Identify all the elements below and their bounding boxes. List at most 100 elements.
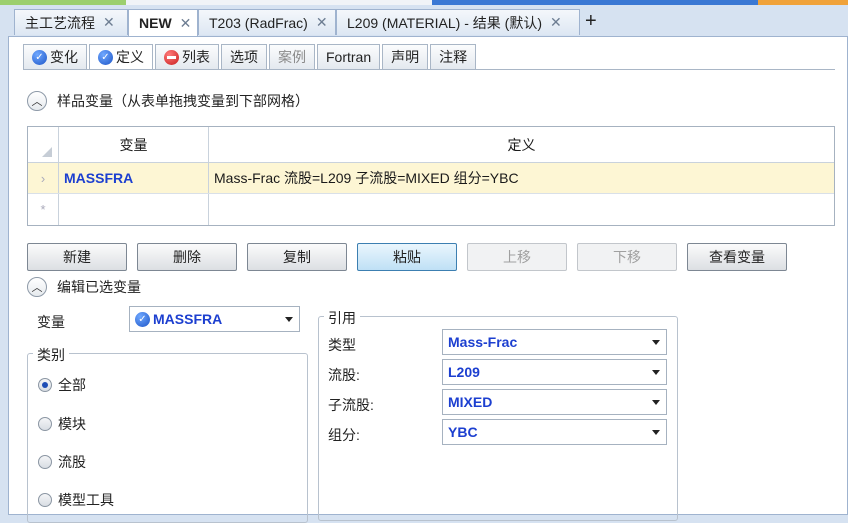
doc-tab-label: L209 (MATERIAL) - 结果 (默认) — [347, 14, 542, 31]
edit-variable-header: ︿ 编辑已选变量 — [27, 277, 141, 297]
tab-label: 注释 — [439, 49, 468, 65]
radio-button-checked[interactable] — [38, 378, 52, 392]
dropdown-arrow-icon — [652, 400, 660, 405]
tab-cases[interactable]: 案例 — [269, 44, 315, 70]
component-label: 组分: — [328, 427, 360, 443]
substream-label: 子流股: — [328, 397, 374, 413]
doc-tab-t203[interactable]: T203 (RadFrac) ✕ — [198, 9, 336, 35]
tab-label: 列表 — [182, 49, 210, 65]
new-row-asterisk: * — [28, 194, 59, 225]
move-up-button[interactable]: 上移 — [467, 243, 567, 271]
row-selector-arrow-icon[interactable]: › — [28, 163, 59, 193]
document-tab-strip: 主工艺流程 ✕ NEW ✕ T203 (RadFrac) ✕ L209 (MAT… — [0, 0, 848, 36]
tab-define[interactable]: ✓ 定义 — [89, 44, 153, 70]
cell-variable[interactable]: MASSFRA — [59, 163, 209, 193]
radio-label: 全部 — [58, 377, 86, 393]
section-title: 样品变量（从表单拖拽变量到下部网格） — [57, 93, 309, 109]
doc-tab-label: 主工艺流程 — [25, 14, 95, 31]
radio-blocks[interactable]: 模块 — [38, 414, 86, 434]
component-select-value: YBC — [448, 424, 478, 440]
tab-label: 选项 — [230, 49, 258, 65]
column-header-definition[interactable]: 定义 — [209, 127, 834, 162]
type-select-value: Mass-Frac — [448, 334, 518, 350]
radio-button[interactable] — [38, 493, 52, 507]
tab-list[interactable]: 列表 — [155, 44, 219, 70]
tab-divider — [23, 69, 835, 70]
tab-label: 定义 — [116, 49, 144, 65]
cell-variable-empty[interactable] — [59, 194, 209, 225]
check-icon: ✓ — [98, 49, 113, 65]
new-tab-plus-icon[interactable]: + — [585, 9, 597, 33]
type-select[interactable]: Mass-Frac — [442, 329, 667, 355]
copy-button[interactable]: 复制 — [247, 243, 347, 271]
tab-change[interactable]: ✓ 变化 — [23, 44, 87, 70]
dropdown-arrow-icon — [285, 317, 293, 322]
radio-label: 模型工具 — [58, 492, 114, 508]
close-icon[interactable]: ✕ — [180, 15, 192, 32]
tab-label: 变化 — [50, 49, 78, 65]
paste-button[interactable]: 粘贴 — [357, 243, 457, 271]
variables-grid: 变量 定义 › MASSFRA Mass-Frac 流股=L209 子流股=MI… — [27, 126, 835, 226]
cell-definition-empty[interactable] — [209, 194, 834, 225]
view-variable-button[interactable]: 查看变量 — [687, 243, 787, 271]
grid-corner[interactable] — [28, 127, 59, 162]
tab-declarations[interactable]: 声明 — [382, 44, 429, 70]
doc-tab-new[interactable]: NEW ✕ — [128, 9, 198, 36]
new-row[interactable]: * — [28, 194, 834, 225]
new-button[interactable]: 新建 — [27, 243, 127, 271]
doc-tab-label: T203 (RadFrac) — [209, 14, 308, 31]
radio-button[interactable] — [38, 455, 52, 469]
chevron-up-icon[interactable]: ︿ — [27, 91, 47, 111]
section-title: 编辑已选变量 — [57, 279, 141, 295]
tab-fortran[interactable]: Fortran — [317, 44, 381, 70]
stream-select[interactable]: L209 — [442, 359, 667, 385]
tab-comments[interactable]: 注释 — [430, 44, 477, 70]
dropdown-arrow-icon — [652, 340, 660, 345]
category-title: 类别 — [33, 345, 69, 365]
radio-label: 模块 — [58, 416, 86, 432]
doc-tab-label: NEW — [139, 15, 172, 31]
variable-label: 变量 — [37, 314, 65, 330]
corner-triangle-icon — [42, 146, 52, 157]
check-icon: ✓ — [135, 311, 150, 327]
radio-model-tools[interactable]: 模型工具 — [38, 490, 114, 510]
tab-label: 声明 — [391, 49, 420, 65]
strip-accent-orange — [758, 0, 848, 5]
strip-accent-blue — [432, 0, 758, 5]
doc-tab-l209-results[interactable]: L209 (MATERIAL) - 结果 (默认) ✕ — [336, 9, 580, 35]
variable-select-value: MASSFRA — [153, 311, 223, 327]
close-icon[interactable]: ✕ — [316, 14, 328, 31]
sample-variables-header: ︿ 样品变量（从表单拖拽变量到下部网格） — [27, 91, 309, 111]
strip-accent-green — [0, 0, 126, 5]
stream-label: 流股: — [328, 367, 360, 383]
radio-button[interactable] — [38, 417, 52, 431]
form-tab-bar: ✓ 变化 ✓ 定义 列表 选项 案例 Fortran 声明 注释 — [23, 44, 478, 70]
chevron-up-icon[interactable]: ︿ — [27, 277, 47, 297]
strip-accent-white — [126, 0, 432, 5]
close-icon[interactable]: ✕ — [550, 14, 562, 31]
dropdown-arrow-icon — [652, 430, 660, 435]
type-label: 类型 — [328, 337, 356, 353]
dropdown-arrow-icon — [652, 370, 660, 375]
table-row[interactable]: › MASSFRA Mass-Frac 流股=L209 子流股=MIXED 组分… — [28, 163, 834, 194]
doc-tab-main-flowsheet[interactable]: 主工艺流程 ✕ — [14, 9, 128, 35]
tab-label: Fortran — [326, 49, 372, 65]
radio-all[interactable]: 全部 — [38, 375, 86, 395]
radio-streams[interactable]: 流股 — [38, 452, 86, 472]
cell-definition[interactable]: Mass-Frac 流股=L209 子流股=MIXED 组分=YBC — [209, 163, 834, 193]
tab-label: 案例 — [278, 49, 306, 65]
column-header-variable[interactable]: 变量 — [59, 127, 209, 162]
stop-icon — [164, 49, 179, 65]
substream-select-value: MIXED — [448, 394, 493, 410]
variable-select[interactable]: ✓ MASSFRA — [129, 306, 300, 332]
delete-button[interactable]: 删除 — [137, 243, 237, 271]
move-down-button[interactable]: 下移 — [577, 243, 677, 271]
component-select[interactable]: YBC — [442, 419, 667, 445]
tab-options[interactable]: 选项 — [221, 44, 267, 70]
stream-select-value: L209 — [448, 364, 480, 380]
radio-label: 流股 — [58, 454, 86, 470]
substream-select[interactable]: MIXED — [442, 389, 667, 415]
close-icon[interactable]: ✕ — [103, 14, 115, 31]
grid-header-row: 变量 定义 — [28, 127, 834, 163]
reference-title: 引用 — [324, 308, 360, 328]
